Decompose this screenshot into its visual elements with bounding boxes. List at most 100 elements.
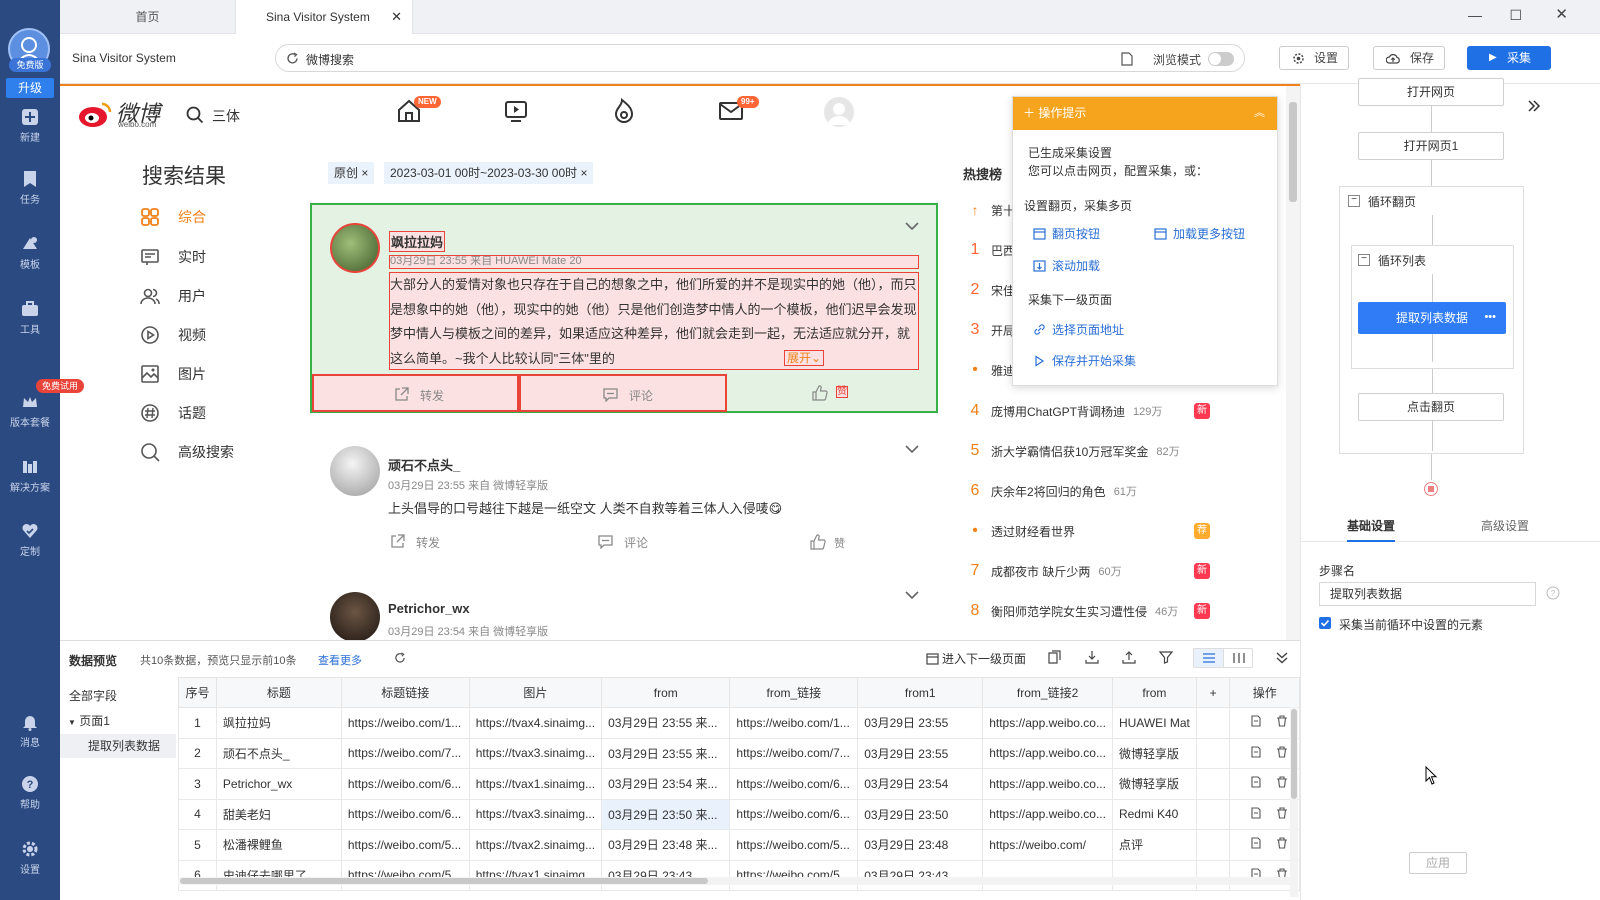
edit-row-icon[interactable]	[1250, 837, 1262, 849]
table-cell[interactable]: 微博轻享版	[1111, 768, 1197, 800]
close-tab-icon[interactable]: ✕	[391, 0, 402, 34]
flow-node-click-page[interactable]: 点击翻页	[1358, 393, 1504, 421]
table-cell[interactable]: https://weibo.com/6...	[729, 768, 859, 800]
table-cell[interactable]: 03月29日 23:43	[601, 859, 731, 891]
table-cell[interactable]: https://weibo.com/7...	[729, 737, 859, 769]
table-scrollbar[interactable]	[1290, 707, 1298, 897]
delete-row-icon[interactable]	[1276, 807, 1288, 819]
post-meta[interactable]: 03月29日 23:55 来自 HUAWEI Mate 20	[389, 255, 919, 269]
post-author[interactable]: 飒拉拉妈	[389, 231, 446, 252]
table-cell[interactable]: 飒拉拉妈	[215, 707, 342, 739]
table-cell[interactable]	[982, 859, 1113, 891]
repost-button[interactable]: 转发	[312, 374, 519, 412]
nav-video[interactable]	[503, 98, 529, 124]
page-scrollbar[interactable]	[1286, 86, 1300, 640]
post-card[interactable]: 飒拉拉妈 03月29日 23:55 来自 HUAWEI Mate 20 大部分人…	[310, 203, 938, 413]
table-cell[interactable]: 03月29日 23:55 来...	[601, 737, 731, 769]
table-row[interactable]: 3 Petrichor_wx https://weibo.com/6... https…	[178, 768, 1300, 800]
table-cell[interactable]: https://app.weibo.co...	[982, 798, 1113, 830]
loop-pagination-block[interactable]: − 循环翻页 − 循环列表 提取列表数据 ••• 点击翻页	[1339, 186, 1524, 454]
browse-mode-toggle[interactable]	[1208, 52, 1234, 66]
table-row[interactable]: 1 飒拉拉妈 https://weibo.com/1... https://tvax4…	[178, 707, 1300, 739]
table-cell[interactable]: https://weibo.com/1...	[340, 707, 470, 739]
pagination-button-link[interactable]: 翻页按钮	[1033, 225, 1100, 242]
delete-row-icon[interactable]	[1276, 746, 1288, 758]
search-icon[interactable]	[186, 106, 204, 124]
table-cell[interactable]: HUAWEI Mat	[1111, 707, 1197, 739]
menu-users[interactable]: 用户	[140, 285, 206, 307]
post-author[interactable]: 顽石不点头_	[388, 455, 460, 474]
table-row[interactable]: 4 甜美老妇 https://weibo.com/6... https://tvax3…	[178, 798, 1300, 830]
filter-tag-date[interactable]: 2023-03-01 00时~2023-03-30 00时 ×	[384, 162, 594, 184]
scrollbar-thumb[interactable]	[1291, 709, 1297, 799]
delete-row-icon[interactable]	[1276, 837, 1288, 849]
table-cell[interactable]: https://weibo.com/5...	[729, 829, 859, 861]
sidebar-item-settings[interactable]: 设置	[0, 840, 60, 876]
minimize-button[interactable]: —	[1468, 0, 1482, 30]
table-cell[interactable]: 点评	[1111, 829, 1197, 861]
sidebar-item-custom[interactable]: 定制	[0, 522, 60, 558]
table-cell[interactable]: 03月29日 23:50	[857, 798, 984, 830]
table-cell[interactable]: 5	[178, 829, 217, 861]
settings-button[interactable]: 设置	[1279, 46, 1349, 70]
sidebar-item-solutions[interactable]: 解决方案	[0, 458, 60, 494]
table-h-scrollbar[interactable]	[178, 877, 1290, 885]
nav-messages[interactable]: 99+	[718, 96, 759, 124]
loop-list-block[interactable]: − 循环列表 提取列表数据 •••	[1351, 245, 1514, 369]
table-cell[interactable]: 03月29日 23:55	[857, 707, 984, 739]
comment-button[interactable]: 评论	[519, 374, 727, 412]
save-button[interactable]: 保存	[1373, 46, 1445, 70]
chevron-down-icon[interactable]	[904, 221, 920, 231]
collapse-icon[interactable]: ︽	[1254, 97, 1265, 130]
hot-item[interactable]: 8 衡阳师范学院女生实习遭性侵 46万新	[965, 600, 1210, 622]
post-avatar[interactable]	[330, 446, 380, 496]
post-text[interactable]: 大部分人的爱情对象也只存在于自己的想象之中，他们所爱的并不是现实中的她（他），而…	[389, 272, 919, 370]
filter-tag-original[interactable]: 原创 ×	[328, 162, 375, 184]
collect-button[interactable]: ▶ 采集	[1467, 46, 1551, 70]
flow-node-open-page-1[interactable]: 打开网页1	[1358, 132, 1504, 160]
table-cell[interactable]: https://weibo.com/7...	[340, 737, 470, 769]
table-cell[interactable]: 03月29日 23:54	[857, 768, 984, 800]
collapse-icon[interactable]: −	[1348, 195, 1360, 207]
hot-item[interactable]: 6 庆余年2将回归的角色 61万	[965, 480, 1210, 502]
view-more-link[interactable]: 查看更多	[318, 652, 362, 668]
menu-video[interactable]: 视频	[140, 324, 206, 346]
sidebar-item-tools[interactable]: 工具	[0, 300, 60, 336]
table-cell[interactable]: https://weibo.com/5...	[729, 859, 859, 891]
double-chevron-down-icon[interactable]	[1276, 652, 1288, 664]
column-header[interactable]: from	[601, 677, 731, 708]
table-cell[interactable]: https://tvax1.sinaimg...	[468, 768, 603, 800]
select-page-url-link[interactable]: 选择页面地址	[1033, 321, 1124, 338]
edit-row-icon[interactable]	[1250, 776, 1262, 788]
download-icon[interactable]	[1085, 650, 1099, 664]
hot-item[interactable]: 5 浙大学霸情侣获10万冠军奖金 82万	[965, 440, 1210, 462]
page-icon[interactable]	[1121, 52, 1134, 66]
column-header[interactable]: from	[1111, 677, 1197, 708]
post-card[interactable]: Petrichor_wx 03月29日 23:54 来自 微博轻享版	[310, 578, 938, 640]
chevron-down-icon[interactable]	[904, 444, 920, 454]
nav-hot[interactable]	[611, 98, 637, 124]
table-cell[interactable]: 03月29日 23:50 来...	[601, 798, 731, 830]
table-row[interactable]: 5 松潘裸鲤鱼 https://weibo.com/5... https://tvax…	[178, 829, 1300, 861]
apply-button[interactable]: 应用	[1409, 852, 1467, 874]
sidebar-item-help[interactable]: ? 帮助	[0, 775, 60, 811]
menu-all[interactable]: 综合	[140, 206, 206, 228]
table-cell[interactable]: https://weibo.com/1...	[729, 707, 859, 739]
table-cell[interactable]: 松潘裸鲤鱼	[215, 829, 342, 861]
table-cell[interactable]: https://app.weibo.co...	[982, 768, 1113, 800]
table-cell[interactable]: 03月29日 23:55	[857, 737, 984, 769]
table-cell[interactable]: 1	[178, 707, 217, 739]
table-cell[interactable]: 甜美老妇	[215, 798, 342, 830]
weibo-logo[interactable]: 微博 weibo.com	[78, 98, 178, 130]
double-chevron-right-icon[interactable]	[1527, 100, 1541, 112]
hot-item[interactable]: • 透过财经看世界荐	[965, 520, 1210, 542]
menu-images[interactable]: 图片	[140, 363, 206, 385]
tab-advanced-settings[interactable]: 高级设置	[1481, 517, 1529, 534]
edit-row-icon[interactable]	[1250, 715, 1262, 727]
upgrade-button[interactable]: 升级	[6, 78, 54, 98]
step-name-input[interactable]: 提取列表数据	[1319, 582, 1536, 606]
column-header[interactable]: from1	[857, 677, 984, 708]
url-field[interactable]: 微博搜索 浏览模式	[275, 44, 1245, 72]
enter-next-page-button[interactable]: 进入下一级页面	[926, 650, 1026, 667]
scroll-load-link[interactable]: 滚动加载	[1033, 257, 1100, 274]
